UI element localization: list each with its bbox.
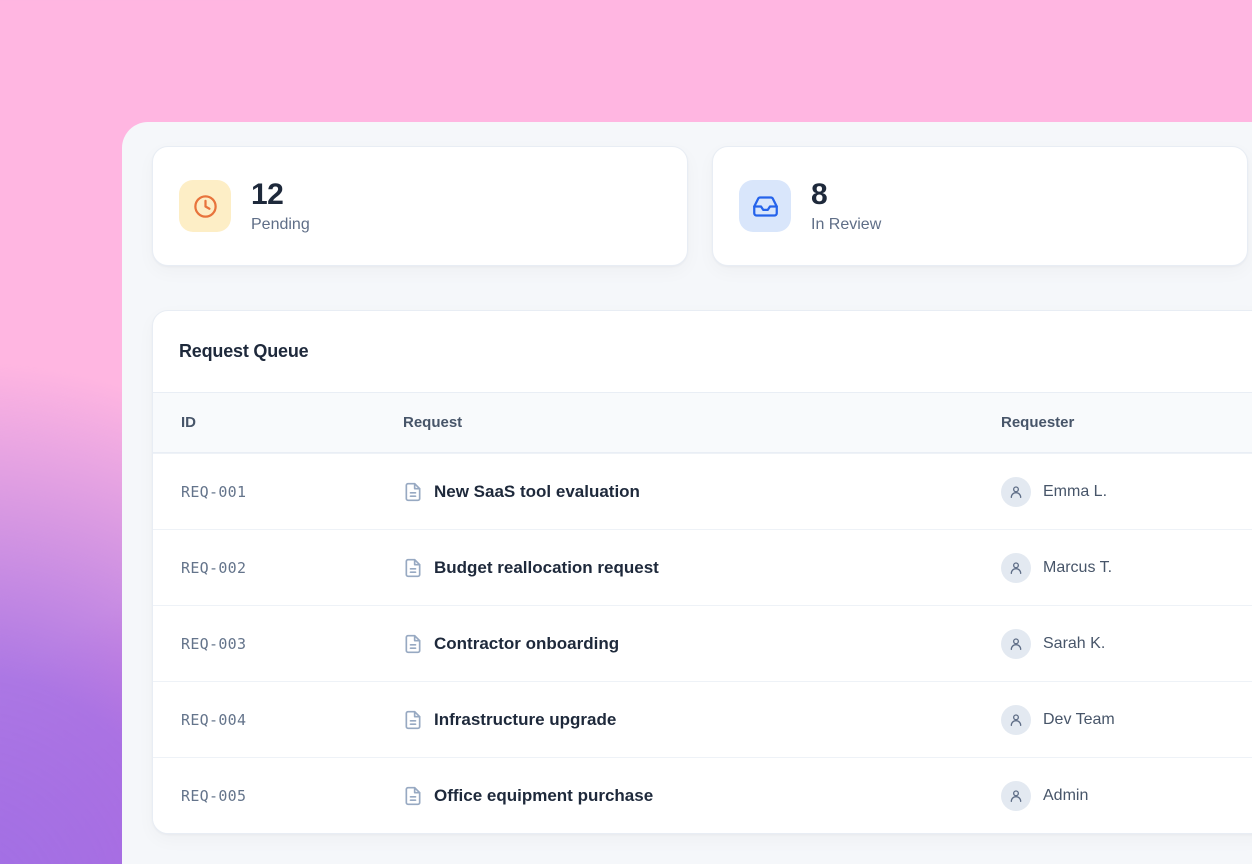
stats-row: 12 Pending 8 In Review bbox=[152, 146, 1248, 266]
in-review-count: 8 bbox=[811, 178, 881, 213]
stat-text: 8 In Review bbox=[811, 178, 881, 234]
file-text-icon bbox=[403, 482, 423, 502]
pending-label: Pending bbox=[251, 216, 310, 234]
stat-text: 12 Pending bbox=[251, 178, 310, 234]
clock-icon bbox=[179, 180, 231, 232]
pending-count: 12 bbox=[251, 178, 310, 213]
table-row[interactable]: REQ-002 Budget reallocation request Marc… bbox=[153, 529, 1252, 605]
column-header-id: ID bbox=[181, 414, 403, 431]
request-id: REQ-005 bbox=[181, 787, 403, 805]
stat-card-in-review: 8 In Review bbox=[712, 146, 1248, 266]
requester-name: Emma L. bbox=[1043, 483, 1107, 501]
main-panel: 12 Pending 8 In Review Request Queue ID … bbox=[122, 122, 1252, 864]
request-title: Infrastructure upgrade bbox=[434, 710, 616, 730]
table-header-row: ID Request Requester bbox=[153, 392, 1252, 453]
inbox-icon bbox=[739, 180, 791, 232]
request-title: Office equipment purchase bbox=[434, 786, 653, 806]
request-title: Budget reallocation request bbox=[434, 558, 659, 578]
file-text-icon bbox=[403, 710, 423, 730]
column-header-request: Request bbox=[403, 414, 1001, 431]
table-row[interactable]: REQ-005 Office equipment purchase Admin bbox=[153, 757, 1252, 833]
user-avatar-icon bbox=[1001, 553, 1031, 583]
request-title: Contractor onboarding bbox=[434, 634, 619, 654]
user-avatar-icon bbox=[1001, 781, 1031, 811]
request-queue-card: Request Queue ID Request Requester REQ-0… bbox=[152, 310, 1252, 834]
page-title: Request Queue bbox=[179, 341, 308, 362]
table-row[interactable]: REQ-001 New SaaS tool evaluation Emma L. bbox=[153, 453, 1252, 529]
stat-card-pending: 12 Pending bbox=[152, 146, 688, 266]
request-id: REQ-003 bbox=[181, 635, 403, 653]
table-row[interactable]: REQ-004 Infrastructure upgrade Dev Team bbox=[153, 681, 1252, 757]
request-title: New SaaS tool evaluation bbox=[434, 482, 640, 502]
requester-name: Dev Team bbox=[1043, 711, 1115, 729]
user-avatar-icon bbox=[1001, 705, 1031, 735]
table-title-bar: Request Queue bbox=[153, 311, 1252, 392]
file-text-icon bbox=[403, 634, 423, 654]
requester-name: Marcus T. bbox=[1043, 559, 1112, 577]
request-id: REQ-002 bbox=[181, 559, 403, 577]
in-review-label: In Review bbox=[811, 216, 881, 234]
column-header-requester: Requester bbox=[1001, 414, 1252, 431]
user-avatar-icon bbox=[1001, 629, 1031, 659]
request-id: REQ-001 bbox=[181, 483, 403, 501]
file-text-icon bbox=[403, 558, 423, 578]
table-row[interactable]: REQ-003 Contractor onboarding Sarah K. bbox=[153, 605, 1252, 681]
file-text-icon bbox=[403, 786, 423, 806]
requester-name: Sarah K. bbox=[1043, 635, 1105, 653]
request-id: REQ-004 bbox=[181, 711, 403, 729]
user-avatar-icon bbox=[1001, 477, 1031, 507]
requester-name: Admin bbox=[1043, 787, 1088, 805]
